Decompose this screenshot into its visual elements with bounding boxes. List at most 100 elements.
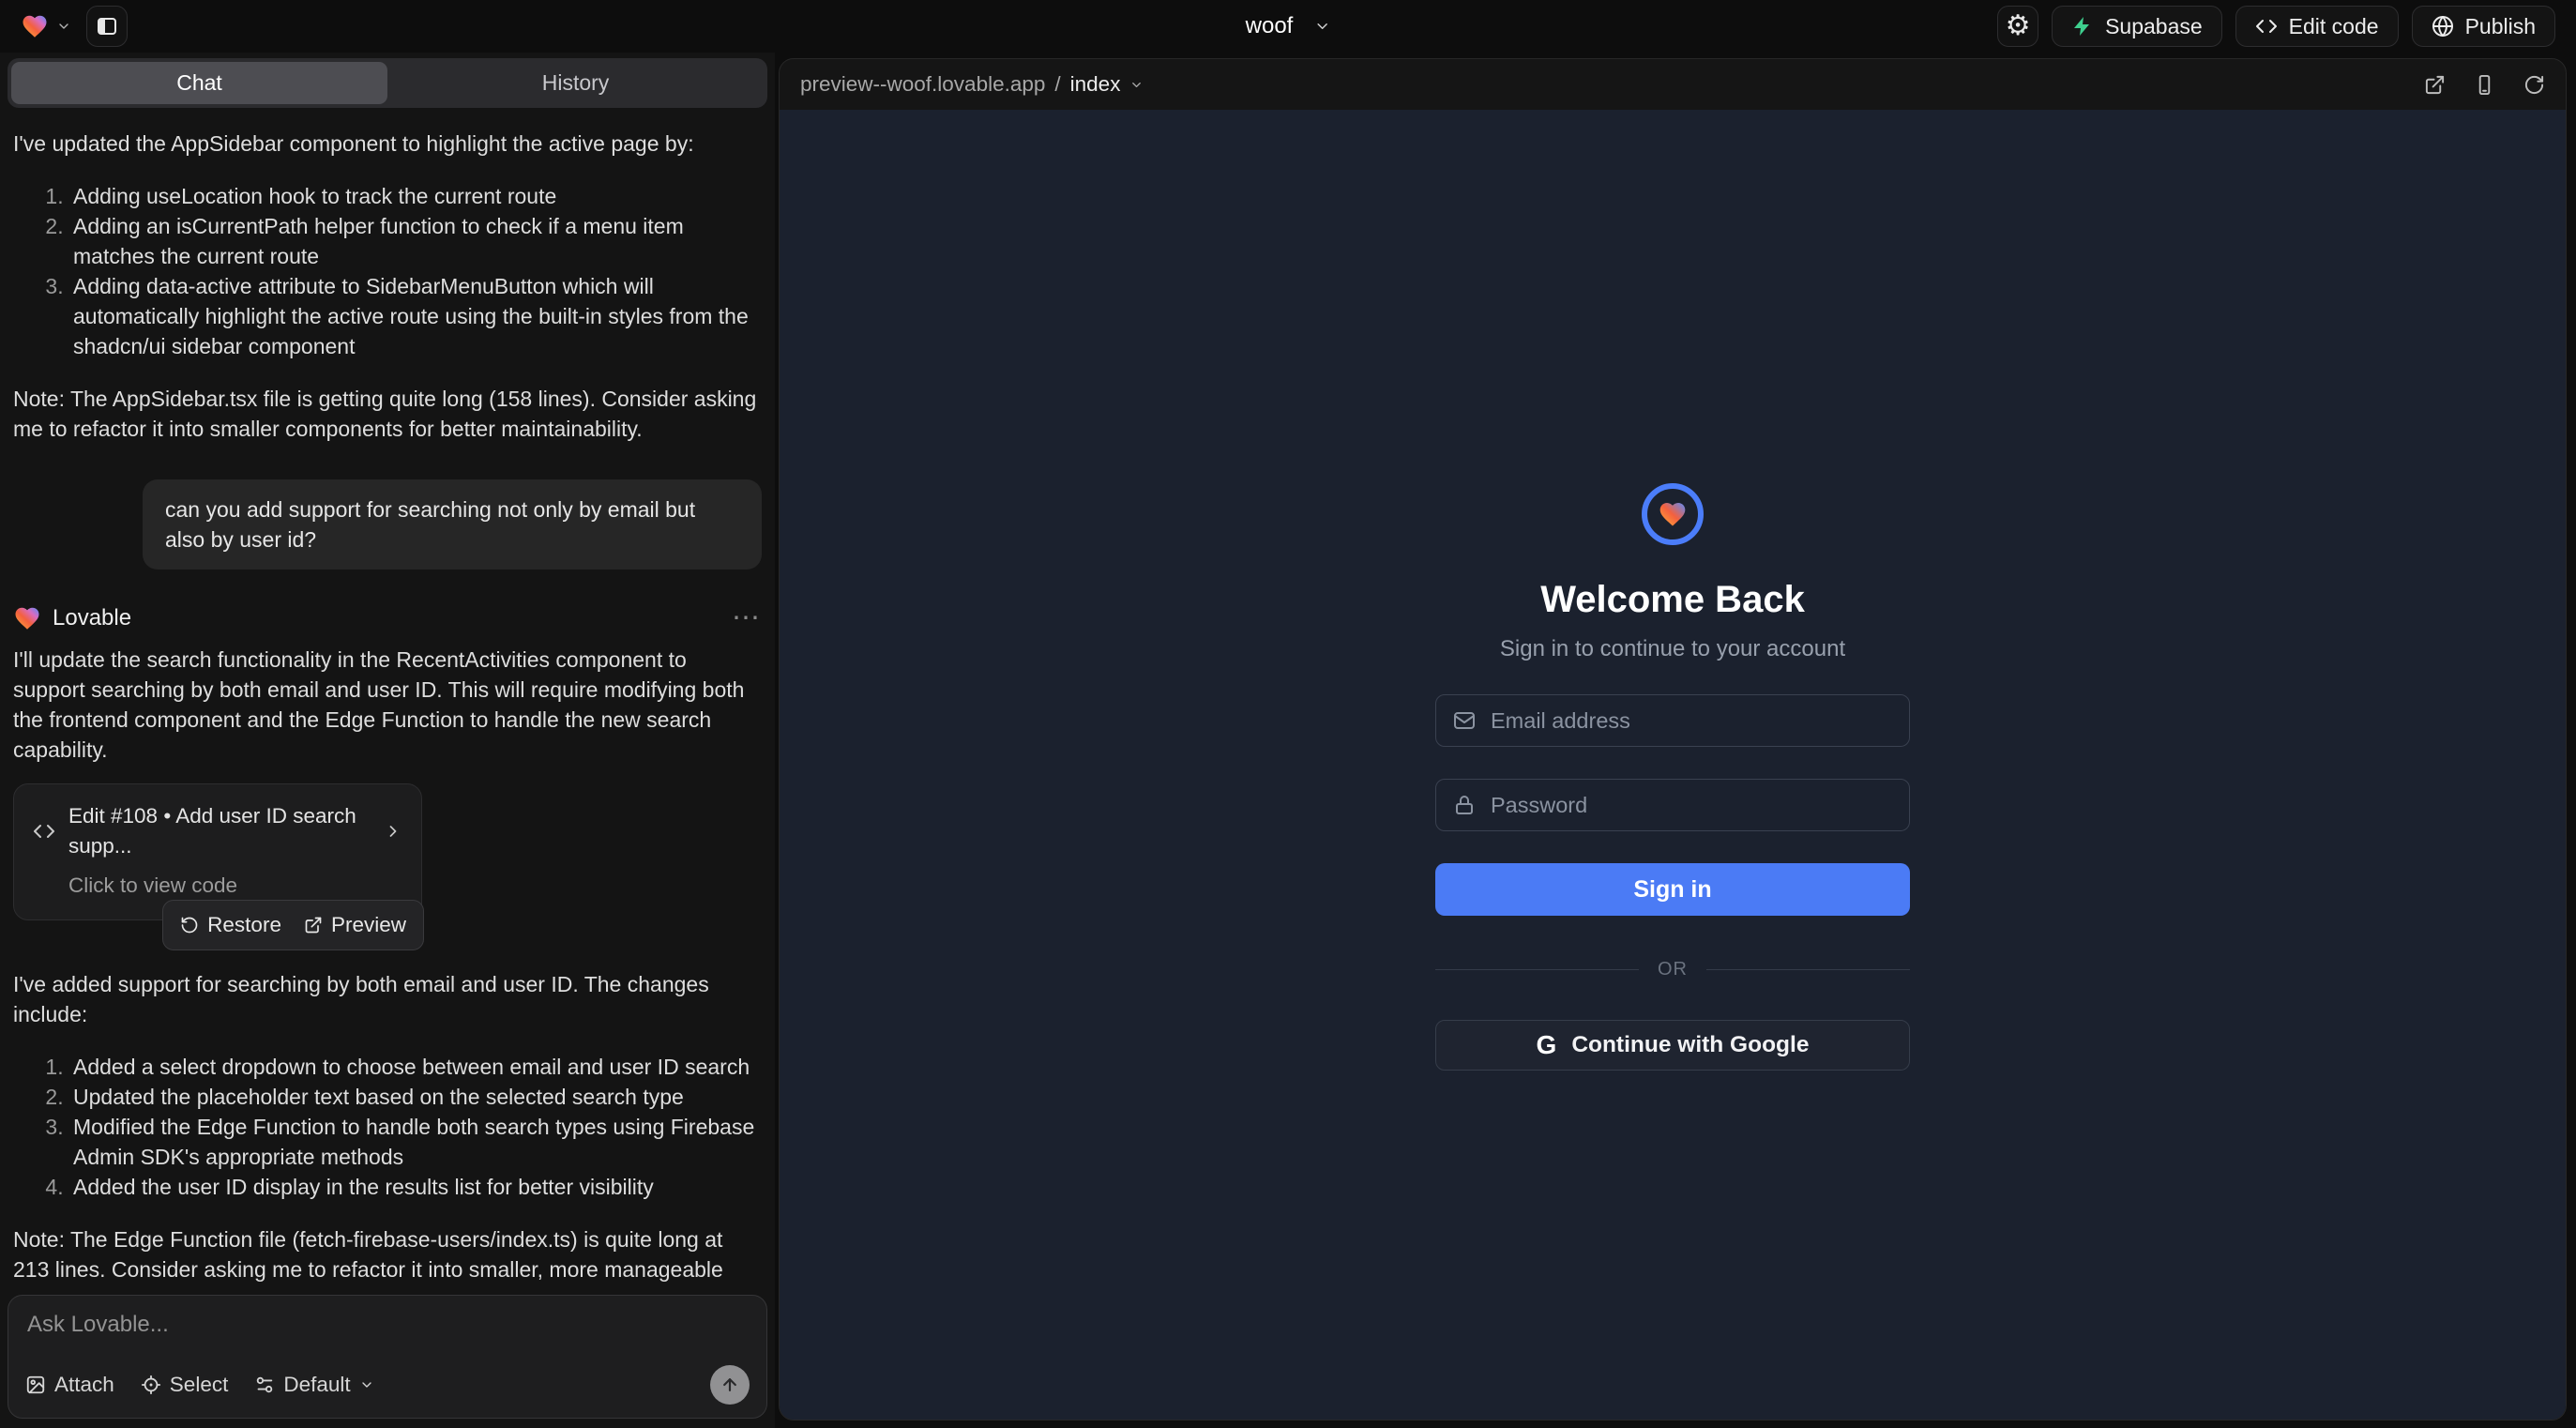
list-item: Added a select dropdown to choose betwee…: [69, 1052, 762, 1082]
refresh-icon: [2523, 74, 2545, 96]
lovable-heart-icon: [13, 604, 41, 632]
restore-button[interactable]: Restore: [180, 910, 281, 940]
list-item: Added the user ID display in the results…: [69, 1172, 762, 1202]
preview-label: Preview: [331, 910, 406, 940]
select-element-button[interactable]: Select: [141, 1373, 229, 1397]
mobile-device-icon: [2474, 74, 2495, 96]
sign-in-button[interactable]: Sign in: [1435, 863, 1910, 916]
mobile-view-button[interactable]: [2474, 74, 2495, 96]
panel-left-icon: [96, 15, 118, 38]
gear-icon: ⚙: [2006, 12, 2031, 40]
toggle-sidebar-button[interactable]: [86, 6, 128, 47]
send-button[interactable]: [710, 1365, 750, 1405]
tab-history[interactable]: History: [387, 62, 764, 104]
attach-label: Attach: [54, 1373, 114, 1397]
external-link-icon: [304, 916, 323, 934]
list-item: Adding data-active attribute to SidebarM…: [69, 271, 762, 361]
preview-button[interactable]: Preview: [304, 910, 406, 940]
assistant-paragraph: I'll update the search functionality in …: [13, 645, 762, 765]
code-icon: [33, 820, 55, 843]
message-more-button[interactable]: ⋯: [732, 603, 762, 633]
assistant-list: Added a select dropdown to choose betwee…: [13, 1052, 762, 1202]
chevron-down-icon: [1129, 78, 1144, 92]
edit-card-title: Edit #108 • Add user ID search supp...: [68, 801, 371, 861]
preview-url-separator: /: [1054, 72, 1060, 97]
topbar: woof ⚙ Supabase Edit code Publish: [0, 0, 2576, 53]
list-item: Adding useLocation hook to track the cur…: [69, 181, 762, 211]
envelope-icon: [1453, 709, 1476, 732]
divider-line: [1435, 969, 1639, 970]
chat-panel: Chat History I've updated the AppSidebar…: [0, 53, 775, 1428]
assistant-paragraph: I've added support for searching by both…: [13, 969, 762, 1029]
preview-url-selector[interactable]: preview--woof.lovable.app / index: [800, 72, 1144, 97]
preview-url-host: preview--woof.lovable.app: [800, 72, 1045, 97]
project-name: woof: [1246, 13, 1294, 39]
edit-card-actions: Restore Preview: [162, 900, 424, 950]
lovable-logo-menu[interactable]: [21, 12, 71, 40]
lock-icon: [1453, 794, 1476, 816]
password-field-wrapper: [1435, 779, 1910, 831]
chevron-down-icon: [359, 1377, 374, 1392]
preview-panel: preview--woof.lovable.app / index: [775, 53, 2576, 1428]
settings-button[interactable]: ⚙: [1997, 6, 2038, 47]
preview-url-page: index: [1070, 72, 1121, 97]
assistant-list: Adding useLocation hook to track the cur…: [13, 181, 762, 361]
restore-label: Restore: [207, 910, 281, 940]
google-signin-label: Continue with Google: [1571, 1032, 1809, 1058]
arrow-up-icon: [720, 1375, 739, 1394]
signin-form: Welcome Back Sign in to continue to your…: [1435, 483, 1910, 1071]
assistant-paragraph: I've updated the AppSidebar component to…: [13, 129, 762, 159]
edit-card-subtitle: Click to view code: [68, 871, 402, 901]
preview-iframe: Welcome Back Sign in to continue to your…: [780, 110, 2566, 1420]
globe-icon: [2432, 15, 2454, 38]
heart-icon: [1658, 499, 1688, 529]
app-logo: [1642, 483, 1704, 545]
publish-label: Publish: [2465, 14, 2536, 39]
mode-selector[interactable]: Default: [254, 1373, 373, 1397]
chevron-down-icon: [1313, 18, 1330, 35]
lovable-heart-icon: [21, 12, 49, 40]
assistant-name: Lovable: [53, 603, 131, 633]
code-icon: [2255, 15, 2278, 38]
edit-code-label: Edit code: [2289, 14, 2379, 39]
chat-message-list[interactable]: I've updated the AppSidebar component to…: [0, 108, 775, 1285]
list-item: Adding an isCurrentPath helper function …: [69, 211, 762, 271]
chevron-down-icon: [56, 19, 71, 34]
list-item: Modified the Edge Function to handle bot…: [69, 1112, 762, 1172]
open-in-new-tab-button[interactable]: [2424, 74, 2446, 96]
list-item: Updated the placeholder text based on th…: [69, 1082, 762, 1112]
assistant-note: Note: The AppSidebar.tsx file is getting…: [13, 384, 762, 444]
image-attach-icon: [25, 1375, 46, 1395]
refresh-button[interactable]: [2523, 74, 2545, 96]
email-field[interactable]: [1489, 707, 1892, 735]
chevron-right-icon: [384, 822, 402, 841]
edit-card-wrapper: Edit #108 • Add user ID search supp... C…: [13, 783, 422, 920]
user-message-bubble: can you add support for searching not on…: [143, 479, 762, 570]
chat-composer: Attach Select Default: [8, 1295, 767, 1419]
page-title: Welcome Back: [1540, 579, 1805, 621]
google-logo-icon: G: [1537, 1030, 1557, 1060]
preview-header: preview--woof.lovable.app / index: [780, 59, 2566, 110]
tab-chat[interactable]: Chat: [11, 62, 387, 104]
assistant-note: Note: The Edge Function file (fetch-fire…: [13, 1224, 762, 1285]
attach-button[interactable]: Attach: [25, 1373, 114, 1397]
target-icon: [141, 1375, 161, 1395]
user-message-text: can you add support for searching not on…: [165, 497, 695, 552]
assistant-message-header: Lovable ⋯: [13, 603, 762, 633]
email-field-wrapper: [1435, 694, 1910, 747]
supabase-button[interactable]: Supabase: [2052, 6, 2222, 47]
mode-label: Default: [283, 1373, 350, 1397]
external-link-icon: [2424, 74, 2446, 96]
password-field[interactable]: [1489, 792, 1892, 819]
project-switcher[interactable]: woof: [1246, 13, 1331, 39]
select-label: Select: [170, 1373, 229, 1397]
supabase-bolt-icon: [2071, 15, 2094, 38]
divider-line: [1706, 969, 1910, 970]
publish-button[interactable]: Publish: [2412, 6, 2555, 47]
restore-icon: [180, 916, 199, 934]
chat-input[interactable]: [25, 1311, 750, 1339]
edit-code-button[interactable]: Edit code: [2235, 6, 2399, 47]
chat-history-tabbar: Chat History: [8, 58, 767, 108]
page-subtitle: Sign in to continue to your account: [1500, 636, 1845, 662]
google-signin-button[interactable]: G Continue with Google: [1435, 1020, 1910, 1071]
